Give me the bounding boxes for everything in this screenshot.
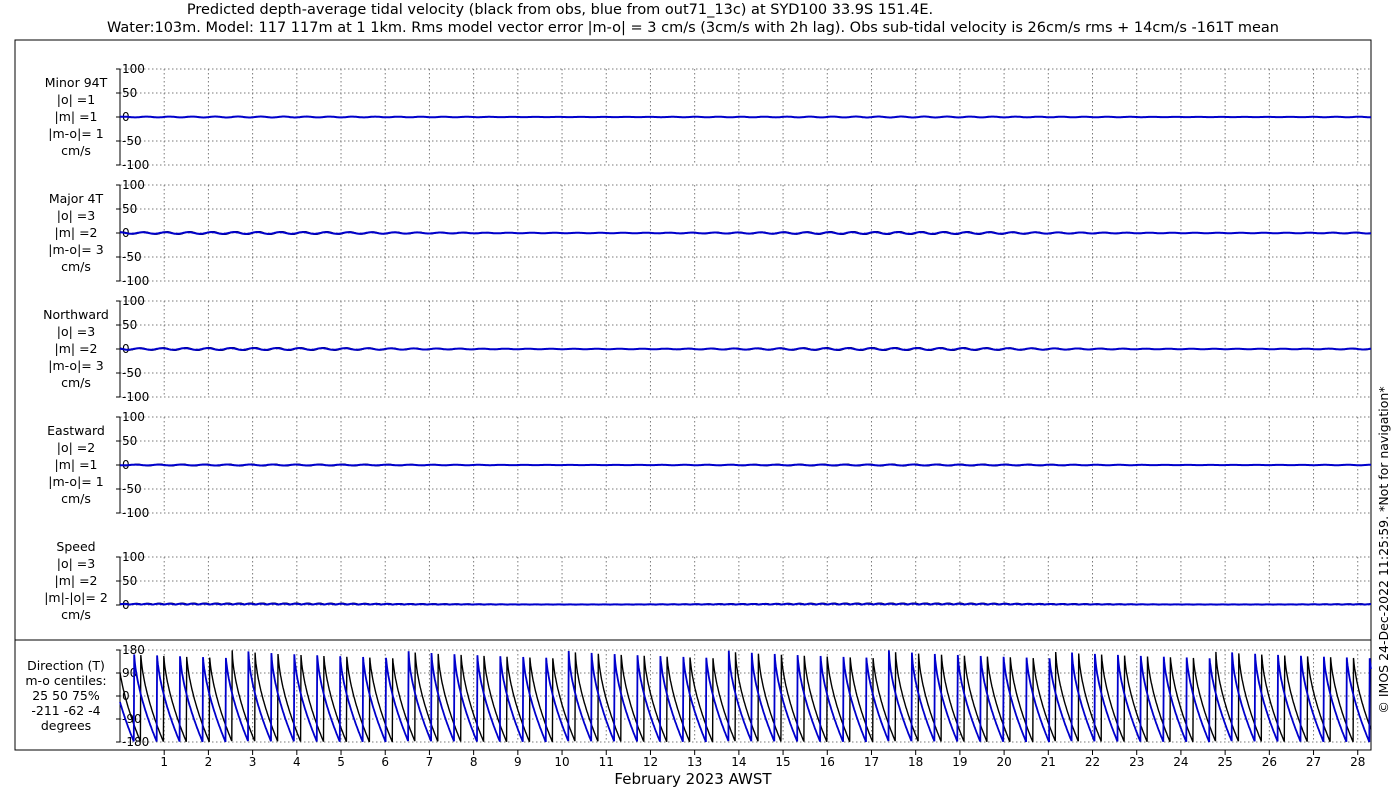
- direction-label: m-o centiles:: [25, 673, 106, 688]
- x-tick-label: 2: [205, 755, 213, 769]
- panel-label: cm/s: [61, 259, 91, 274]
- panel-label: |m-o|= 1: [48, 474, 103, 489]
- x-tick-label: 21: [1041, 755, 1056, 769]
- panel-label: cm/s: [61, 143, 91, 158]
- panel-label: |m-o|= 3: [48, 242, 103, 257]
- panels-group: 100500-50-100Minor 94T|o| =1|m| =1|m-o|=…: [25, 62, 1372, 769]
- panel-label: Major 4T: [49, 191, 104, 206]
- direction-frame: [14, 639, 1372, 751]
- x-tick-label: 5: [337, 755, 345, 769]
- x-tick-label: 14: [731, 755, 746, 769]
- panel-label: |o| =1: [57, 92, 95, 107]
- panel-label: |o| =3: [57, 556, 95, 571]
- panel-label: cm/s: [61, 491, 91, 506]
- panel-label: |o| =3: [57, 208, 95, 223]
- y-tick-label: 100: [122, 294, 145, 308]
- series-model-line: [119, 602, 1371, 606]
- x-tick-label: 23: [1129, 755, 1144, 769]
- panel-label: Eastward: [47, 423, 105, 438]
- tidal-velocity-chart: Predicted depth-average tidal velocity (…: [14, 2, 1391, 788]
- copyright-note: © IMOS 24-Dec-2022 11:25:59. *Not for na…: [1376, 386, 1391, 713]
- direction-label: Direction (T): [27, 658, 105, 673]
- x-tick-label: 16: [820, 755, 835, 769]
- x-tick-label: 24: [1173, 755, 1188, 769]
- panel-label: |m| =2: [55, 225, 98, 240]
- x-tick-label: 17: [864, 755, 879, 769]
- chart-title-line2: Water:103m. Model: 117 117m at 1 1km. Rm…: [107, 20, 1279, 36]
- x-tick-label: 7: [426, 755, 434, 769]
- panel-label: |m| =2: [55, 341, 98, 356]
- y-tick-label: 50: [122, 202, 137, 216]
- y-tick-label: 100: [122, 410, 145, 424]
- upper-frame: [14, 39, 1372, 641]
- y-tick-label: 50: [122, 574, 137, 588]
- x-tick-label: 11: [599, 755, 614, 769]
- x-tick-label: 25: [1217, 755, 1232, 769]
- y-tick-label: 100: [122, 178, 145, 192]
- x-tick-label: 4: [293, 755, 301, 769]
- panel-label: Northward: [43, 307, 109, 322]
- y-tick-label: -100: [122, 274, 149, 288]
- direction-label: -211 -62 -4: [31, 703, 100, 718]
- y-tick-label: -50: [122, 134, 142, 148]
- panel-label: |m| =1: [55, 457, 98, 472]
- x-tick-label: 22: [1085, 755, 1100, 769]
- y-tick-label: -100: [122, 506, 149, 520]
- panel-label: |m|-|o|= 2: [44, 590, 108, 605]
- direction-label: 25 50 75%: [32, 688, 100, 703]
- x-tick-label: 3: [249, 755, 257, 769]
- y-tick-label: 100: [122, 550, 145, 564]
- x-tick-label: 20: [996, 755, 1011, 769]
- x-tick-label: 28: [1350, 755, 1365, 769]
- y-tick-label: -50: [122, 482, 142, 496]
- y-tick-label: 50: [122, 434, 137, 448]
- x-tick-label: 15: [775, 755, 790, 769]
- series-model-line: [119, 346, 1372, 352]
- y-tick-label: 50: [122, 318, 137, 332]
- panel-label: |m| =1: [55, 109, 98, 124]
- y-tick-label: 50: [122, 86, 137, 100]
- x-tick-label: 1: [160, 755, 168, 769]
- y-tick-label: -100: [122, 390, 149, 404]
- panel-label: cm/s: [61, 375, 91, 390]
- panel-label: Speed: [56, 539, 95, 554]
- x-tick-label: 26: [1262, 755, 1277, 769]
- y-tick-label: -50: [122, 366, 142, 380]
- direction-label: degrees: [41, 718, 91, 733]
- x-tick-label: 10: [554, 755, 569, 769]
- x-tick-label: 9: [514, 755, 522, 769]
- panel-label: |o| =2: [57, 440, 95, 455]
- x-tick-label: 27: [1306, 755, 1321, 769]
- x-tick-label: 8: [470, 755, 478, 769]
- y-tick-label: -50: [122, 250, 142, 264]
- series-model-line: [120, 463, 1372, 467]
- series-model-line: [119, 115, 1372, 119]
- panel-label: |m| =2: [55, 573, 98, 588]
- x-tick-label: 18: [908, 755, 923, 769]
- y-tick-label: -100: [122, 158, 149, 172]
- panel-label: cm/s: [61, 607, 91, 622]
- x-tick-label: 13: [687, 755, 702, 769]
- panel-label: Minor 94T: [45, 75, 108, 90]
- y-tick-label: 100: [122, 62, 145, 76]
- panel-label: |o| =3: [57, 324, 95, 339]
- chart-title-line1: Predicted depth-average tidal velocity (…: [187, 2, 933, 18]
- x-tick-label: 12: [643, 755, 658, 769]
- panel-label: |m-o|= 1: [48, 126, 103, 141]
- series-model-line: [120, 230, 1372, 236]
- x-axis-label: February 2023 AWST: [614, 770, 772, 788]
- y-tick-label: -180: [122, 735, 149, 749]
- x-tick-label: 6: [381, 755, 389, 769]
- panel-label: |m-o|= 3: [48, 358, 103, 373]
- x-tick-label: 19: [952, 755, 967, 769]
